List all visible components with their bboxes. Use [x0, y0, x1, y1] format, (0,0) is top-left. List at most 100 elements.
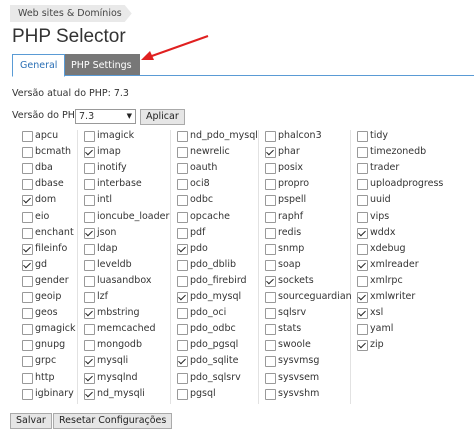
extension-checkbox[interactable]	[265, 179, 276, 190]
extension-label: wddx	[370, 227, 396, 238]
extension-checkbox[interactable]	[177, 389, 188, 400]
extension-checkbox[interactable]	[22, 389, 33, 400]
extension-checkbox[interactable]	[265, 163, 276, 174]
extension-checkbox[interactable]	[84, 373, 95, 384]
extension-checkbox[interactable]	[265, 228, 276, 239]
extension-checkbox[interactable]	[265, 212, 276, 223]
extension-checkbox[interactable]	[22, 356, 33, 367]
extension-checkbox[interactable]	[177, 308, 188, 319]
reset-settings-button[interactable]: Resetar Configurações	[53, 413, 173, 429]
extension-checkbox[interactable]	[357, 228, 368, 239]
extension-checkbox[interactable]	[177, 179, 188, 190]
extension-checkbox[interactable]	[177, 195, 188, 206]
extension-checkbox[interactable]	[357, 131, 368, 142]
extension-checkbox[interactable]	[357, 195, 368, 206]
save-button[interactable]: Salvar	[10, 413, 52, 429]
extension-checkbox[interactable]	[84, 308, 95, 319]
extension-checkbox[interactable]	[357, 163, 368, 174]
extension-checkbox[interactable]	[265, 356, 276, 367]
extension-checkbox[interactable]	[357, 308, 368, 319]
extension-checkbox[interactable]	[357, 324, 368, 335]
extension-checkbox[interactable]	[265, 260, 276, 271]
extension-checkbox[interactable]	[265, 340, 276, 351]
extension-checkbox[interactable]	[177, 212, 188, 223]
extension-checkbox[interactable]	[84, 228, 95, 239]
extension-checkbox[interactable]	[84, 131, 95, 142]
extension-label: snmp	[278, 243, 305, 254]
extension-checkbox[interactable]	[265, 308, 276, 319]
extension-label: swoole	[278, 339, 311, 350]
extension-checkbox[interactable]	[265, 373, 276, 384]
extension-checkbox[interactable]	[265, 292, 276, 303]
tab-php-settings[interactable]: PHP Settings	[63, 54, 140, 75]
extension-checkbox[interactable]	[84, 244, 95, 255]
extension-checkbox[interactable]	[22, 212, 33, 223]
extension-checkbox[interactable]	[22, 244, 33, 255]
extension-checkbox[interactable]	[177, 356, 188, 367]
extension-label: apcu	[35, 130, 59, 141]
extension-checkbox[interactable]	[177, 324, 188, 335]
extension-checkbox[interactable]	[84, 340, 95, 351]
extension-checkbox[interactable]	[84, 389, 95, 400]
extension-checkbox[interactable]	[177, 373, 188, 384]
extension-checkbox[interactable]	[265, 147, 276, 158]
extension-checkbox[interactable]	[84, 324, 95, 335]
extension-checkbox[interactable]	[22, 260, 33, 271]
extension-checkbox[interactable]	[22, 179, 33, 190]
extension-checkbox[interactable]	[265, 244, 276, 255]
extension-checkbox[interactable]	[177, 228, 188, 239]
extension-label: oauth	[190, 162, 218, 173]
extension-checkbox[interactable]	[357, 292, 368, 303]
extension-checkbox[interactable]	[177, 276, 188, 287]
extension-checkbox[interactable]	[84, 163, 95, 174]
extension-checkbox[interactable]	[22, 147, 33, 158]
extension-checkbox[interactable]	[265, 131, 276, 142]
extension-checkbox[interactable]	[357, 260, 368, 271]
breadcrumb[interactable]: Web sites & Domínios	[10, 5, 132, 22]
extension-checkbox[interactable]	[22, 163, 33, 174]
extension-checkbox[interactable]	[22, 340, 33, 351]
extension-checkbox[interactable]	[22, 131, 33, 142]
tab-general[interactable]: General	[12, 54, 66, 77]
apply-button[interactable]: Aplicar	[140, 109, 185, 125]
extension-checkbox[interactable]	[177, 147, 188, 158]
extension-checkbox[interactable]	[84, 292, 95, 303]
extension-checkbox[interactable]	[177, 163, 188, 174]
extension-checkbox[interactable]	[357, 340, 368, 351]
extension-checkbox[interactable]	[265, 195, 276, 206]
php-version-select[interactable]: 7.3 ▼	[75, 109, 136, 124]
extension-checkbox[interactable]	[357, 147, 368, 158]
extension-label: imagick	[97, 130, 135, 141]
extension-checkbox[interactable]	[84, 147, 95, 158]
extension-checkbox[interactable]	[265, 276, 276, 287]
extension-checkbox[interactable]	[177, 260, 188, 271]
extension-checkbox[interactable]	[22, 373, 33, 384]
extension-checkbox[interactable]	[22, 276, 33, 287]
extension-checkbox[interactable]	[84, 260, 95, 271]
extension-checkbox[interactable]	[265, 324, 276, 335]
extension-label: interbase	[97, 178, 142, 189]
extension-checkbox[interactable]	[22, 228, 33, 239]
extension-checkbox[interactable]	[84, 195, 95, 206]
extension-checkbox[interactable]	[22, 308, 33, 319]
extension-checkbox[interactable]	[357, 212, 368, 223]
extension-checkbox[interactable]	[84, 212, 95, 223]
extension-checkbox[interactable]	[84, 356, 95, 367]
extension-label: enchant	[35, 227, 74, 238]
extension-checkbox[interactable]	[22, 195, 33, 206]
extension-label: phalcon3	[278, 130, 322, 141]
extension-checkbox[interactable]	[84, 276, 95, 287]
extension-checkbox[interactable]	[357, 276, 368, 287]
extension-checkbox[interactable]	[22, 292, 33, 303]
extension-checkbox[interactable]	[357, 179, 368, 190]
extension-checkbox[interactable]	[177, 244, 188, 255]
extension-checkbox[interactable]	[177, 340, 188, 351]
extension-label: mbstring	[97, 307, 140, 318]
extension-checkbox[interactable]	[177, 292, 188, 303]
extension-checkbox[interactable]	[265, 389, 276, 400]
extension-checkbox[interactable]	[22, 324, 33, 335]
extension-checkbox[interactable]	[357, 244, 368, 255]
extension-label: tidy	[370, 130, 389, 141]
extension-checkbox[interactable]	[84, 179, 95, 190]
extension-checkbox[interactable]	[177, 131, 188, 142]
